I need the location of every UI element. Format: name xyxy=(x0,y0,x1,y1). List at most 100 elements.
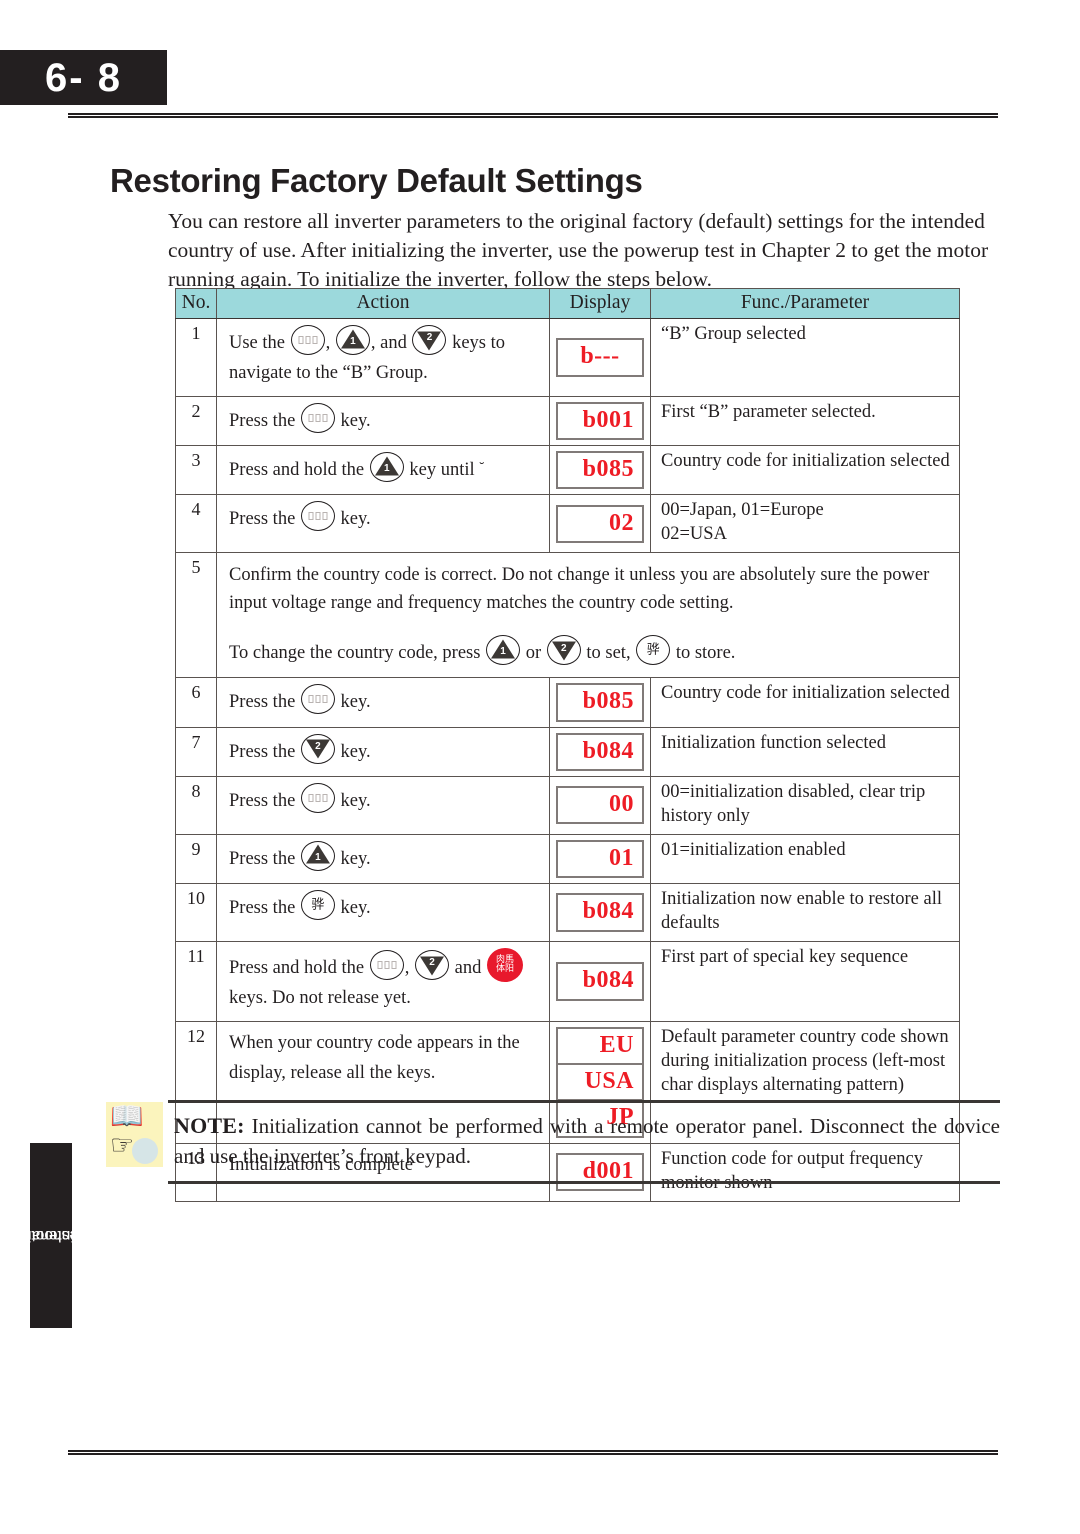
row-number: 3 xyxy=(175,445,217,496)
pointing-hand-icon: ☞ xyxy=(110,1130,135,1161)
display-cell: 02 xyxy=(549,494,651,554)
func-parameter-cell: 01=initialization enabled xyxy=(650,833,960,884)
func-key-icon xyxy=(369,949,404,980)
row-number: 9 xyxy=(175,833,217,884)
func-parameter-cell: First part of special key sequence xyxy=(650,940,960,1022)
row-number: 8 xyxy=(175,775,217,835)
display-cell: 01 xyxy=(549,833,651,884)
table-body: 1 Use the , 1, and 2 keys to navigate to … xyxy=(175,318,960,1202)
up-arrow-key-icon: 1 xyxy=(369,452,404,483)
display-readout: 01 xyxy=(556,839,644,878)
display-readout: b084 xyxy=(556,893,644,932)
action-cell: Press the key. xyxy=(216,395,550,447)
breve-glyph: ˘ xyxy=(479,460,485,477)
func-key-icon xyxy=(300,403,335,433)
column-header-action: Action xyxy=(216,288,550,319)
led-value: b001 xyxy=(556,402,644,441)
note-body-text: Initialization cannot be performed with … xyxy=(174,1114,1000,1168)
func-parameter-cell: Initialization function selected xyxy=(650,726,960,777)
table-row: 3 Press and hold the 1 key until ˘ b085 Cou… xyxy=(175,445,960,496)
display-cell: b084 xyxy=(549,726,651,777)
action-cell: Press and hold the , 2 and 肉馬 体阳 keys. D… xyxy=(216,940,550,1022)
note-label: NOTE: xyxy=(174,1113,245,1138)
display-cell: b085 xyxy=(549,445,651,496)
header-rule xyxy=(68,112,998,118)
display-readout: b084 xyxy=(556,962,644,1001)
row-number: 6 xyxy=(175,677,217,728)
display-readout: b--- xyxy=(556,338,644,377)
table-row: 6 Press the key. b085 Country code for init… xyxy=(175,677,960,728)
display-readout: b084 xyxy=(556,732,644,771)
down-arrow-key-icon: 2 xyxy=(412,325,447,355)
row-wide-cell: Confirm the country code is correct. Do … xyxy=(216,552,960,679)
row-number: 1 xyxy=(175,318,217,397)
note-icon-blob xyxy=(132,1138,158,1164)
up-arrow-key-icon: 1 xyxy=(335,325,370,355)
display-readout: 02 xyxy=(556,504,644,543)
display-readout: 00 xyxy=(556,786,644,825)
action-cell: Press the 2 key. xyxy=(216,726,550,777)
table-row: 1 Use the , 1, and 2 keys to navigate to … xyxy=(175,318,960,397)
display-readout: b085 xyxy=(556,683,644,722)
action-cell: Press and hold the 1 key until ˘ xyxy=(216,445,550,496)
action-cell: Press the key. xyxy=(216,494,550,554)
row-number: 2 xyxy=(175,395,217,447)
note-block: 📖 ☞ NOTE: Initialization cannot be perfo… xyxy=(106,1100,1000,1184)
row-number: 4 xyxy=(175,494,217,554)
stop-reset-key-icon: 肉馬 体阳 xyxy=(486,947,523,982)
footer-rule xyxy=(68,1450,998,1455)
column-header-no: No. xyxy=(175,288,217,319)
store-key-icon: 骅 xyxy=(300,889,335,920)
row-number: 10 xyxy=(175,882,217,942)
table-header-row: No. Action Display Func./Parameter xyxy=(175,288,960,319)
table-row: 7 Press the 2 key. b084 Initialization func… xyxy=(175,726,960,777)
open-book-icon: 📖 xyxy=(110,1101,144,1132)
func-parameter-cell: “B” Group selected xyxy=(650,318,960,397)
led-value: USA xyxy=(556,1064,644,1101)
display-readout: b085 xyxy=(556,451,644,490)
func-key-icon xyxy=(300,684,335,715)
led-value: 02 xyxy=(556,504,644,543)
func-parameter-cell: 00=Japan, 01=Europe 02=USA xyxy=(650,494,960,554)
down-arrow-key-icon: 2 xyxy=(415,949,450,980)
chapter-side-tab: Troubleshooting andMaintenance xyxy=(0,1143,121,1328)
up-arrow-key-icon: 1 xyxy=(486,635,521,666)
display-cell: 00 xyxy=(549,775,651,835)
row-number: 5 xyxy=(175,552,217,679)
display-readout: b001 xyxy=(556,402,644,441)
action-cell: Press the key. xyxy=(216,677,550,728)
table-row: 11 Press and hold the , 2 and 肉馬 体阳 keys.… xyxy=(175,940,960,1022)
store-key-icon: 骅 xyxy=(636,635,671,666)
wide-cell-line-2: To change the country code, press 1 or 2… xyxy=(229,635,949,667)
func-key-icon xyxy=(300,501,335,532)
led-value: b084 xyxy=(556,962,644,1001)
led-value: b084 xyxy=(556,893,644,932)
table-row: 5 Confirm the country code is correct. Do… xyxy=(175,552,960,679)
func-parameter-cell: Initialization now enable to restore all… xyxy=(650,882,960,942)
func-parameter-cell: Country code for initialization selected xyxy=(650,677,960,728)
func-parameter-cell: 00=initialization disabled, clear trip h… xyxy=(650,775,960,835)
page-number-badge: 6- 8 xyxy=(0,50,167,105)
action-cell: Press the key. xyxy=(216,775,550,835)
display-cell: b084 xyxy=(549,940,651,1022)
up-arrow-key-icon: 1 xyxy=(300,840,335,871)
row-number: 7 xyxy=(175,726,217,777)
led-value: 00 xyxy=(556,786,644,825)
func-key-icon xyxy=(300,782,335,813)
down-arrow-key-icon: 2 xyxy=(300,733,335,764)
note-text: NOTE: Initialization cannot be performed… xyxy=(168,1100,1000,1184)
procedure-table: No. Action Display Func./Parameter 1 Use … xyxy=(175,288,960,1202)
row-number: 11 xyxy=(175,940,217,1022)
note-book-icon: 📖 ☞ xyxy=(106,1101,163,1167)
column-header-func: Func./Parameter xyxy=(650,288,960,319)
wide-cell-line-1: Confirm the country code is correct. Do … xyxy=(229,565,930,614)
down-arrow-key-icon: 2 xyxy=(546,635,581,666)
table-row: 10 Press the 骅 key. b084 Initialization now… xyxy=(175,882,960,942)
action-cell: Press the 骅 key. xyxy=(216,882,550,942)
page-title: Restoring Factory Default Settings xyxy=(110,162,643,200)
table-row: 8 Press the key. 00 00=initialization disab… xyxy=(175,775,960,835)
func-parameter-cell: Country code for initialization selected xyxy=(650,445,960,496)
led-value: EU xyxy=(556,1026,644,1065)
led-value: b084 xyxy=(556,732,644,771)
display-cell: b001 xyxy=(549,395,651,447)
